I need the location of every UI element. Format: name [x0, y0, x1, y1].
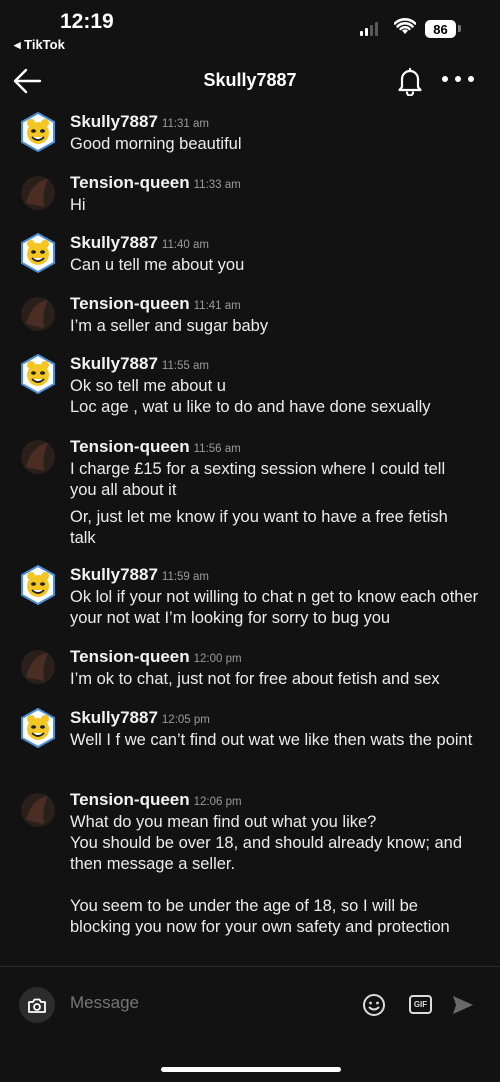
- wifi-icon: [394, 18, 416, 34]
- bear-avatar[interactable]: [20, 354, 56, 394]
- message-text: You seem to be under the age of 18, so I…: [70, 897, 450, 936]
- bear-avatar[interactable]: [20, 112, 56, 152]
- message-text: What do you mean find out what you like?: [70, 813, 377, 831]
- message-text: Hi: [70, 196, 86, 214]
- message-list[interactable]: Skully7887 11:31 am Good morning beautifu…: [0, 104, 500, 966]
- message-text: Or, just let me know if you want to have…: [70, 508, 448, 547]
- dark-avatar[interactable]: [20, 647, 56, 687]
- message-time: 12:06 pm: [193, 796, 242, 808]
- battery-tip: [458, 25, 461, 32]
- sender-name[interactable]: Skully7887: [70, 708, 158, 727]
- message-time: 11:31 am: [161, 118, 210, 130]
- message-time: 12:00 pm: [193, 653, 242, 665]
- status-time: 12:19: [60, 10, 114, 33]
- sender-name[interactable]: Skully7887: [70, 112, 158, 131]
- camera-button[interactable]: [19, 987, 55, 1023]
- chat-header: Skully7887: [0, 58, 500, 104]
- message-text: Ok so tell me about u: [70, 377, 226, 395]
- sender-name[interactable]: Tension-queen: [70, 437, 190, 456]
- status-bar: 12:19 ◂ TikTok 86: [0, 0, 500, 58]
- message-time: 11:40 am: [161, 239, 210, 251]
- camera-icon: [28, 998, 46, 1013]
- message-text: Loc age , wat u like to do and have done…: [70, 398, 431, 416]
- home-indicator[interactable]: [161, 1067, 341, 1072]
- message-input[interactable]: [70, 993, 291, 1013]
- message-text: Good morning beautiful: [70, 135, 242, 153]
- sender-name[interactable]: Skully7887: [70, 354, 158, 373]
- message-text: You should be over 18, and should alread…: [70, 834, 463, 873]
- message-time: 11:59 am: [161, 571, 210, 583]
- dark-avatar[interactable]: [20, 790, 56, 830]
- message-text: I charge £15 for a sexting session where…: [70, 460, 446, 499]
- sender-name[interactable]: Skully7887: [70, 233, 158, 252]
- message-text: Well I f we can’t find out wat we like t…: [70, 731, 473, 749]
- sender-name[interactable]: Tension-queen: [70, 647, 190, 666]
- chat-title[interactable]: Skully7887: [0, 70, 500, 91]
- message-text: Ok lol if your not willing to chat n get…: [70, 588, 479, 627]
- more-icon[interactable]: [442, 76, 474, 86]
- bear-avatar[interactable]: [20, 708, 56, 748]
- battery-indicator: 86: [425, 20, 456, 38]
- message-composer: GIF: [0, 966, 500, 1042]
- sender-name[interactable]: Tension-queen: [70, 173, 190, 192]
- dark-avatar[interactable]: [20, 437, 56, 477]
- message-text: I’m ok to chat, just not for free about …: [70, 670, 440, 688]
- gif-button[interactable]: GIF: [409, 995, 432, 1014]
- message-time: 11:41 am: [193, 300, 241, 312]
- sender-name[interactable]: Tension-queen: [70, 294, 190, 313]
- message-text: I’m a seller and sugar baby: [70, 317, 269, 335]
- message-time: 12:05 pm: [161, 714, 210, 726]
- bear-avatar[interactable]: [20, 565, 56, 605]
- bell-icon[interactable]: [396, 66, 424, 96]
- sender-name[interactable]: Skully7887: [70, 565, 158, 584]
- send-icon[interactable]: [452, 995, 474, 1015]
- emoji-icon[interactable]: [362, 993, 386, 1017]
- dark-avatar[interactable]: [20, 294, 56, 334]
- dark-avatar[interactable]: [20, 173, 56, 213]
- back-to-app-link[interactable]: ◂ TikTok: [14, 37, 65, 53]
- message-time: 11:55 am: [161, 360, 210, 372]
- cellular-signal-icon: [360, 22, 378, 36]
- sender-name[interactable]: Tension-queen: [70, 790, 190, 809]
- bear-avatar[interactable]: [20, 233, 56, 273]
- message-time: 11:33 am: [193, 179, 241, 191]
- message-time: 11:56 am: [193, 443, 241, 455]
- message-text: Can u tell me about you: [70, 256, 245, 274]
